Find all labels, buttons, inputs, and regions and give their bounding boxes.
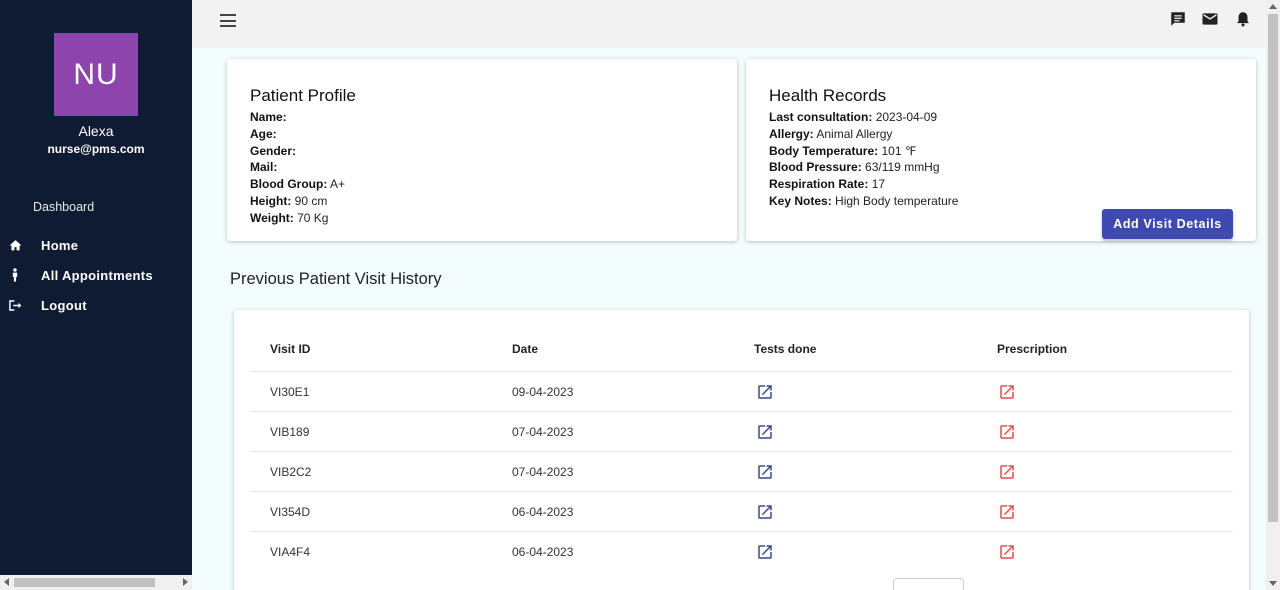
date-cell: 06-04-2023 — [512, 545, 574, 559]
topbar — [192, 0, 1266, 48]
column-header-visit-id[interactable]: Visit ID — [270, 342, 310, 356]
tests-open-icon[interactable] — [756, 543, 774, 561]
profile-field-weight: Weight: 70 Kg — [250, 211, 329, 225]
tests-open-icon[interactable] — [756, 463, 774, 481]
prescription-open-icon[interactable] — [998, 503, 1016, 521]
bell-icon[interactable] — [1234, 10, 1252, 28]
patient-profile-card: Patient Profile Name: Age: Gender: Mail:… — [227, 59, 737, 241]
sidebar-item-home[interactable]: Home — [0, 232, 192, 258]
table-row: VIB189 07-04-2023 — [251, 411, 1233, 451]
profile-field-mail: Mail: — [250, 160, 278, 174]
sidebar-item-all-appointments[interactable]: All Appointments — [0, 262, 192, 288]
date-cell: 07-04-2023 — [512, 465, 574, 479]
avatar[interactable]: NU — [54, 33, 138, 116]
scroll-down-icon[interactable] — [1269, 581, 1277, 586]
patient-profile-title: Patient Profile — [250, 86, 356, 105]
table-row: VIB2C2 07-04-2023 — [251, 451, 1233, 491]
table-row: VIA4F4 06-04-2023 — [251, 531, 1233, 571]
scrollbar-thumb[interactable] — [14, 578, 155, 587]
scroll-left-icon[interactable] — [4, 578, 9, 586]
record-field-respiration-rate: Respiration Rate: 17 — [769, 177, 886, 191]
health-records-title: Health Records — [769, 86, 887, 105]
sidebar: NU Alexa nurse@pms.com Dashboard Home Al… — [0, 0, 192, 590]
sidebar-item-label: Home — [41, 237, 79, 253]
scroll-right-icon[interactable] — [183, 578, 188, 586]
record-field-body-temperature: Body Temperature: 101 ℉ — [769, 144, 917, 158]
record-field-blood-pressure: Blood Pressure: 63/119 mmHg — [769, 160, 940, 174]
sidebar-horizontal-scrollbar[interactable] — [0, 575, 192, 590]
column-header-tests-done[interactable]: Tests done — [754, 342, 816, 356]
visit-history-title: Previous Patient Visit History — [230, 270, 442, 288]
profile-field-name: Name: — [250, 110, 287, 124]
profile-field-blood-group: Blood Group: A+ — [250, 177, 346, 191]
tests-open-icon[interactable] — [756, 503, 774, 521]
menu-icon[interactable] — [220, 14, 236, 28]
prescription-open-icon[interactable] — [998, 383, 1016, 401]
sidebar-item-label: Logout — [41, 297, 87, 313]
health-records-card: Health Records Last consultation: 2023-0… — [746, 59, 1256, 241]
sidebar-section-dashboard: Dashboard — [33, 200, 95, 214]
pagination-control[interactable] — [893, 578, 964, 590]
sidebar-item-logout[interactable]: Logout — [0, 292, 192, 318]
visit-id-cell: VI354D — [270, 505, 311, 519]
tests-open-icon[interactable] — [756, 423, 774, 441]
record-field-allergy: Allergy: Animal Allergy — [769, 127, 893, 141]
visit-id-cell: VIB2C2 — [270, 465, 312, 479]
date-cell: 06-04-2023 — [512, 505, 574, 519]
prescription-open-icon[interactable] — [998, 423, 1016, 441]
scrollbar-thumb[interactable] — [1268, 14, 1278, 522]
date-cell: 09-04-2023 — [512, 385, 574, 399]
column-header-prescription[interactable]: Prescription — [997, 342, 1067, 356]
prescription-open-icon[interactable] — [998, 543, 1016, 561]
visit-id-cell: VIA4F4 — [270, 545, 311, 559]
column-header-date[interactable]: Date — [512, 342, 538, 356]
user-email: nurse@pms.com — [47, 142, 145, 156]
page-vertical-scrollbar[interactable] — [1266, 0, 1280, 590]
table-row: VI354D 06-04-2023 — [251, 491, 1233, 531]
profile-field-gender: Gender: — [250, 144, 297, 158]
sidebar-item-label: All Appointments — [41, 267, 153, 283]
person-icon — [8, 268, 22, 282]
profile-field-height: Height: 90 cm — [250, 194, 328, 208]
logout-icon — [8, 298, 22, 312]
user-name: Alexa — [78, 123, 114, 139]
record-field-last-consultation: Last consultation: 2023-04-09 — [769, 110, 938, 124]
scroll-up-icon[interactable] — [1269, 4, 1277, 9]
add-visit-details-button[interactable]: Add Visit Details — [1102, 209, 1233, 239]
record-field-key-notes: Key Notes: High Body temperature — [769, 194, 959, 208]
date-cell: 07-04-2023 — [512, 425, 574, 439]
mail-icon[interactable] — [1201, 10, 1219, 28]
visit-history-table: Visit ID Date Tests done Prescription VI… — [234, 310, 1249, 590]
home-icon — [8, 238, 22, 252]
visit-id-cell: VI30E1 — [270, 385, 310, 399]
prescription-open-icon[interactable] — [998, 463, 1016, 481]
chat-icon[interactable] — [1169, 10, 1187, 28]
visit-id-cell: VIB189 — [270, 425, 310, 439]
profile-field-age: Age: — [250, 127, 277, 141]
tests-open-icon[interactable] — [756, 383, 774, 401]
table-row: VI30E1 09-04-2023 — [251, 371, 1233, 411]
